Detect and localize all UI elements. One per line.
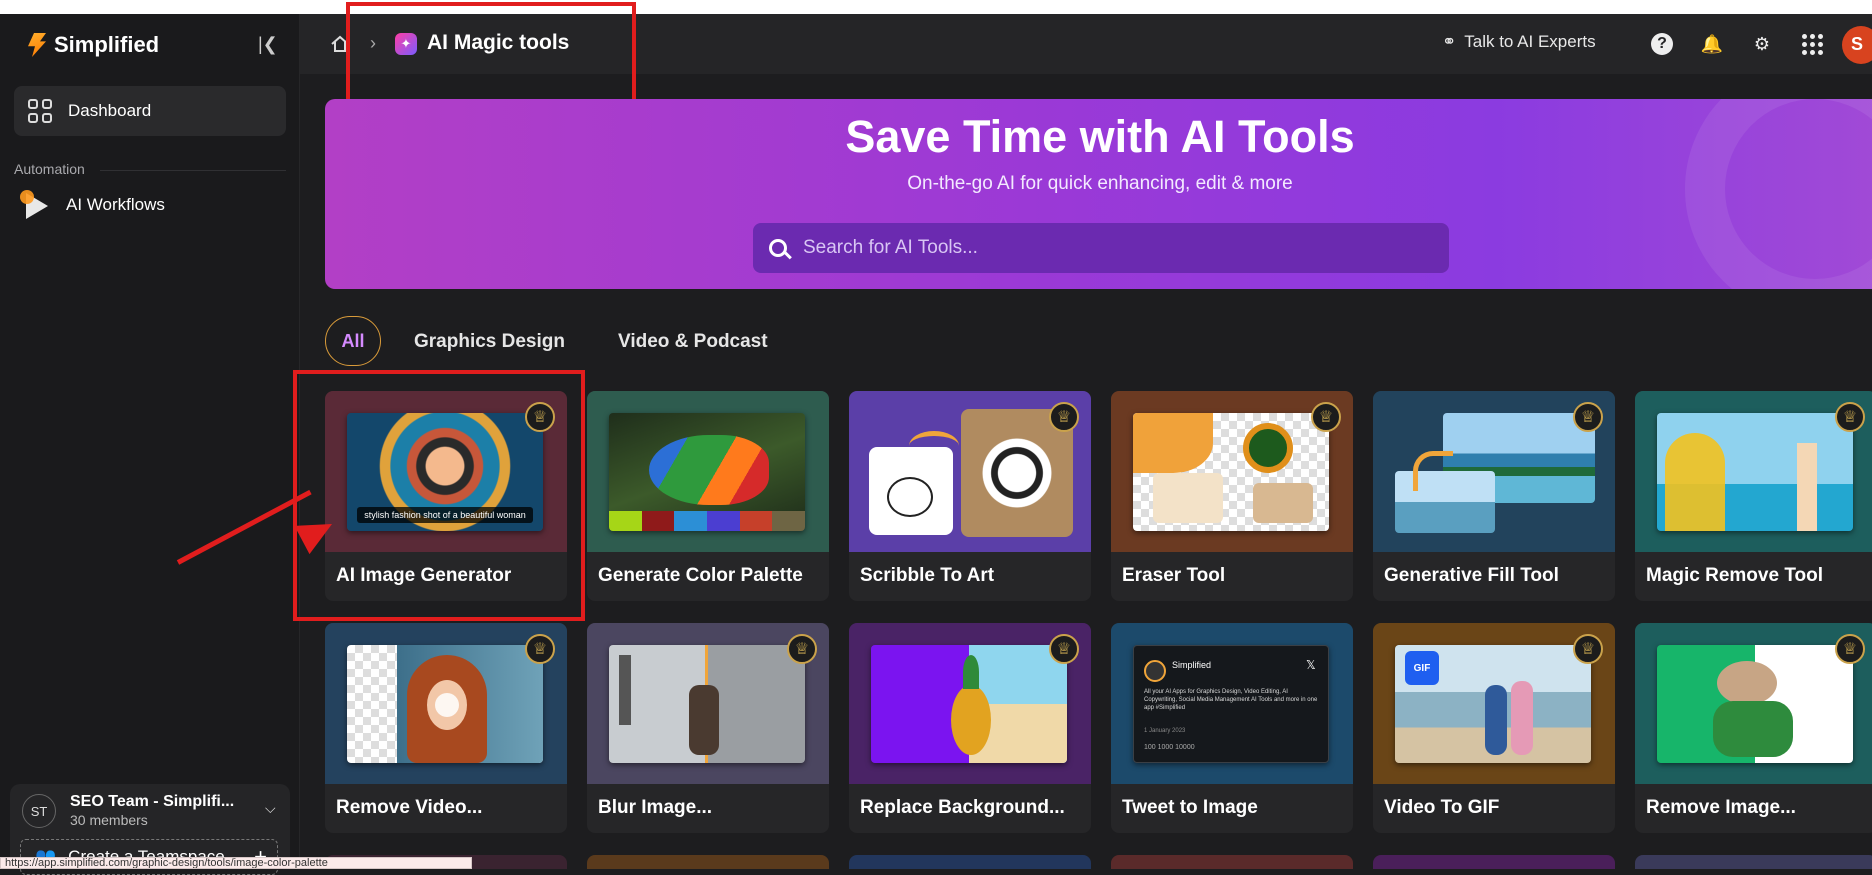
tool-card-partial[interactable]	[1635, 855, 1872, 869]
tool-card-partial[interactable]	[587, 855, 829, 869]
tab-graphics-design[interactable]: Graphics Design	[414, 331, 565, 353]
tool-card-replace-background[interactable]: ♕ Replace Background...	[849, 623, 1091, 833]
section-label-automation: Automation	[14, 161, 85, 177]
chevron-down-icon[interactable]: ⌵	[265, 800, 276, 817]
annotation-highlight-card	[293, 370, 585, 621]
apps-grid-button[interactable]	[1800, 32, 1824, 56]
hero-title: Save Time with AI Tools	[845, 111, 1355, 162]
arrow-icon	[909, 431, 959, 461]
tool-card-scribble-to-art[interactable]: ♕ Scribble To Art	[849, 391, 1091, 601]
card-title: Remove Image...	[1646, 797, 1796, 818]
sidebar-item-dashboard[interactable]: Dashboard	[14, 86, 286, 136]
bell-icon[interactable]: 🔔	[1700, 32, 1724, 56]
search-icon	[769, 239, 787, 257]
dashboard-icon	[28, 99, 52, 123]
tool-card-partial[interactable]	[849, 855, 1091, 869]
crown-icon: ♕	[1049, 402, 1079, 432]
team-members: 30 members	[70, 812, 148, 828]
sidebar-item-label: AI Workflows	[66, 195, 165, 214]
app-logo[interactable]: Simplified	[26, 32, 159, 58]
card-title: Eraser Tool	[1122, 565, 1226, 586]
card-title: Tweet to Image	[1122, 797, 1258, 818]
card-title: Generative Fill Tool	[1384, 565, 1559, 586]
arrow-icon	[1413, 451, 1453, 491]
pineapple-image	[871, 645, 1067, 763]
crown-icon: ♕	[1835, 402, 1865, 432]
tool-card-generate-color-palette[interactable]: Generate Color Palette	[587, 391, 829, 601]
top-strip	[0, 0, 1872, 14]
tab-all[interactable]: All	[325, 316, 381, 366]
eraser-image	[1133, 413, 1329, 531]
tool-card-magic-remove-tool[interactable]: ♕ Magic Remove Tool	[1635, 391, 1872, 601]
crown-icon: ♕	[1311, 402, 1341, 432]
app-name: Simplified	[54, 32, 160, 57]
help-button[interactable]: ?	[1650, 32, 1674, 56]
tool-card-partial[interactable]	[1373, 855, 1615, 869]
card-title: Scribble To Art	[860, 565, 995, 586]
headset-icon: ⚭	[1442, 32, 1457, 51]
card-title: Magic Remove Tool	[1646, 565, 1824, 586]
apps-grid-icon	[1801, 33, 1823, 55]
crown-icon: ♕	[1573, 402, 1603, 432]
tweet-preview: Simplified 𝕏 All your AI Apps for Graphi…	[1133, 645, 1329, 763]
status-url-tooltip: https://app.simplified.com/graphic-desig…	[0, 857, 472, 869]
talk-to-experts-button[interactable]: ⚭ Talk to AI Experts	[1442, 32, 1596, 52]
card-title: Video To GIF	[1384, 797, 1500, 818]
card-thumbnail: Simplified 𝕏 All your AI Apps for Graphi…	[1111, 623, 1353, 784]
search-input[interactable]	[803, 237, 1403, 259]
card-title: Blur Image...	[598, 797, 713, 818]
crown-icon: ♕	[787, 634, 817, 664]
video-image	[347, 645, 543, 763]
sidebar: Simplified |❮ Dashboard Automation AI Wo…	[0, 14, 300, 875]
parrot-image	[609, 413, 805, 531]
gear-icon[interactable]: ⚙	[1750, 32, 1774, 56]
tool-card-eraser-tool[interactable]: ♕ Eraser Tool	[1111, 391, 1353, 601]
hero-banner: Save Time with AI Tools On-the-go AI for…	[325, 99, 1872, 289]
hero-subtitle: On-the-go AI for quick enhancing, edit &…	[907, 173, 1293, 194]
tool-card-remove-video-background[interactable]: ♕ Remove Video...	[325, 623, 567, 833]
street-image	[609, 645, 805, 763]
tool-card-tweet-to-image[interactable]: Simplified 𝕏 All your AI Apps for Graphi…	[1111, 623, 1353, 833]
search-bar[interactable]	[753, 223, 1449, 273]
sidebar-item-label: Dashboard	[68, 101, 152, 120]
tool-card-blur-image[interactable]: ♕ Blur Image...	[587, 623, 829, 833]
team-avatar: ST	[22, 794, 56, 828]
card-title: Remove Video...	[336, 797, 483, 818]
user-avatar[interactable]: S	[1842, 26, 1872, 64]
collapse-sidebar-icon[interactable]: |❮	[258, 34, 284, 58]
crown-icon: ♕	[525, 634, 555, 664]
annotation-highlight-title	[346, 2, 636, 113]
beach-image	[1657, 413, 1853, 531]
talk-label: Talk to AI Experts	[1464, 32, 1596, 51]
tool-card-generative-fill-tool[interactable]: ♕ Generative Fill Tool	[1373, 391, 1615, 601]
card-thumbnail	[587, 391, 829, 552]
simplified-logo-icon	[28, 33, 46, 57]
workflows-play-icon	[20, 190, 50, 220]
tab-video-podcast[interactable]: Video & Podcast	[618, 331, 768, 353]
section-divider	[100, 170, 286, 171]
team-name: SEO Team - Simplifi...	[70, 793, 235, 810]
dog-image	[1657, 645, 1853, 763]
card-title: Replace Background...	[860, 797, 1065, 818]
tool-card-video-to-gif[interactable]: GIF ♕ Video To GIF	[1373, 623, 1615, 833]
card-title: Generate Color Palette	[598, 565, 803, 586]
help-icon: ?	[1651, 33, 1673, 55]
sidebar-item-ai-workflows[interactable]: AI Workflows	[20, 190, 165, 220]
crown-icon: ♕	[1835, 634, 1865, 664]
crown-icon: ♕	[1049, 634, 1079, 664]
tool-card-partial[interactable]	[1111, 855, 1353, 869]
crown-icon: ♕	[1573, 634, 1603, 664]
tool-card-remove-image-background[interactable]: ♕ Remove Image...	[1635, 623, 1872, 833]
gif-badge: GIF	[1405, 651, 1439, 685]
